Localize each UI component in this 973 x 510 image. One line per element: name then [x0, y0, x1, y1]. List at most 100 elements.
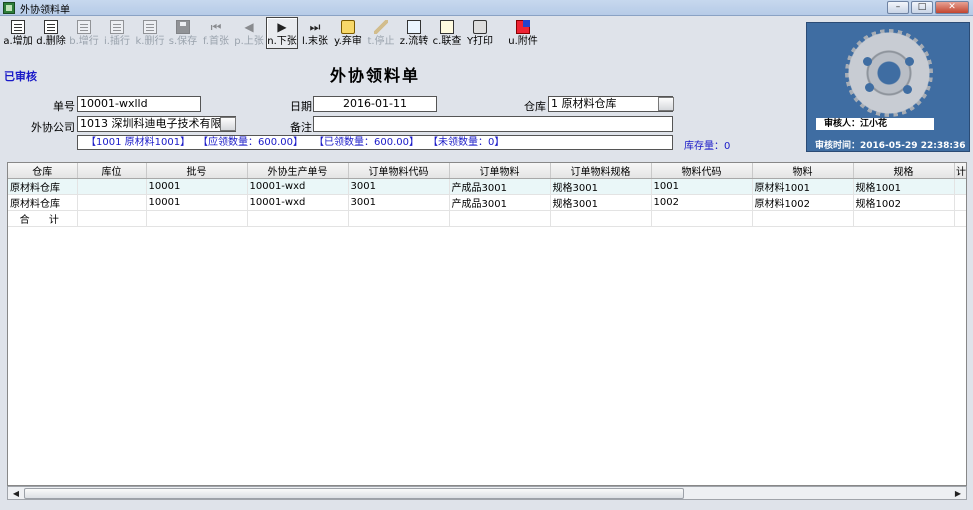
- maximize-button[interactable]: □: [911, 1, 933, 14]
- grid-cell[interactable]: 原材料仓库: [8, 194, 78, 211]
- window-title: 外协领料单: [20, 5, 70, 16]
- grid-cell[interactable]: 产成品3001: [449, 194, 551, 211]
- reviewer-label: 审核人：江小花: [816, 118, 934, 130]
- grid-cell[interactable]: [77, 178, 147, 195]
- link-query-button[interactable]: c.联查: [431, 17, 463, 49]
- column-header[interactable]: 订单物料: [449, 163, 551, 179]
- grid-cell[interactable]: 规格3001: [550, 178, 652, 195]
- print-button[interactable]: Y打印: [464, 17, 496, 49]
- grid-cell[interactable]: 10001-wxd: [247, 194, 349, 211]
- horizontal-scrollbar[interactable]: ◀ ▶: [7, 486, 967, 500]
- grid-cell[interactable]: 规格1001: [853, 178, 955, 195]
- summary-should-qty: 【应领数量：600.00】: [198, 137, 303, 148]
- grid-cell[interactable]: 3001: [348, 178, 450, 195]
- quantity-summary-bar: 【1001 原材料1001】 【应领数量：600.00】 【已领数量：600.0…: [77, 135, 673, 150]
- delete-row-icon: [143, 20, 157, 34]
- column-header[interactable]: 外协生产单号: [247, 163, 349, 179]
- grid-cell[interactable]: [954, 194, 966, 211]
- next-icon: ▶: [277, 20, 287, 34]
- warehouse-picker-button[interactable]: [658, 97, 674, 111]
- attachment-button[interactable]: u.附件: [505, 17, 541, 49]
- toolbar: a.增加 d.删除 b.增行 i.插行 k.删行 s.保存 ⏮ f.首张 ◀ p.上…: [0, 17, 542, 51]
- column-header[interactable]: 仓库: [8, 163, 78, 179]
- material-photo: [806, 22, 970, 152]
- column-header[interactable]: 批号: [146, 163, 248, 179]
- grid-cell[interactable]: 10001: [146, 194, 248, 211]
- first-icon: ⏮: [210, 20, 222, 34]
- insert-row-button[interactable]: i.插行: [101, 17, 133, 49]
- date-label: 日期: [290, 100, 312, 113]
- delete-doc-icon: [44, 20, 58, 34]
- grid-cell[interactable]: 3001: [348, 194, 450, 211]
- table-row[interactable]: 原材料仓库 10001 10001-wxd 3001 产成品3001 规格300…: [8, 194, 966, 211]
- gear-image: [845, 29, 933, 117]
- column-header[interactable]: 规格: [853, 163, 955, 179]
- gear-hole: [903, 85, 912, 94]
- minimize-button[interactable]: –: [887, 1, 909, 14]
- delete-row-button[interactable]: k.删行: [134, 17, 166, 49]
- grid-cell[interactable]: 10001-wxd: [247, 178, 349, 195]
- grid-cell[interactable]: 原材料仓库: [8, 178, 78, 195]
- grid-cell[interactable]: [954, 178, 966, 195]
- grid-cell[interactable]: 1002: [651, 194, 753, 211]
- flow-icon: [407, 20, 421, 34]
- next-record-button[interactable]: ▶ n.下张: [266, 17, 298, 49]
- flow-button[interactable]: z.流转: [398, 17, 430, 49]
- date-field[interactable]: 2016-01-11: [313, 96, 437, 112]
- order-no-label: 单号: [53, 100, 75, 113]
- grid-cell[interactable]: 原材料1001: [752, 178, 854, 195]
- grid-cell[interactable]: 规格1002: [853, 194, 955, 211]
- stock-quantity: 库存量：0: [684, 141, 731, 152]
- company-field[interactable]: 1013 深圳科迪电子技术有限公司: [77, 116, 236, 132]
- unapprove-icon: [341, 20, 355, 34]
- previous-icon: ◀: [244, 20, 254, 34]
- grid-cell[interactable]: 10001: [146, 178, 248, 195]
- column-header[interactable]: 物料代码: [651, 163, 753, 179]
- remark-field[interactable]: [313, 116, 673, 132]
- summary-pending-qty: 【未领数量：0】: [428, 137, 505, 148]
- add-row-button[interactable]: b.增行: [68, 17, 100, 49]
- page-title: 外协领料单: [330, 66, 421, 85]
- summary-material: 【1001 原材料1001】: [86, 137, 191, 148]
- company-picker-button[interactable]: [220, 117, 236, 131]
- warehouse-field[interactable]: 1 原材料仓库: [548, 96, 673, 112]
- title-bar: 外协领料单 – □ ✕: [0, 0, 973, 16]
- window-controls: – □ ✕: [887, 1, 969, 14]
- delete-button[interactable]: d.删除: [35, 17, 67, 49]
- scrollbar-thumb[interactable]: [24, 488, 684, 499]
- stop-button[interactable]: t.停止: [365, 17, 397, 49]
- column-header[interactable]: 订单物料规格: [550, 163, 652, 179]
- last-record-button[interactable]: ⏭ l.末张: [299, 17, 331, 49]
- print-icon: [473, 20, 487, 34]
- scroll-left-icon[interactable]: ◀: [10, 488, 22, 499]
- first-record-button[interactable]: ⏮ f.首张: [200, 17, 232, 49]
- table-row[interactable]: 原材料仓库 10001 10001-wxd 3001 产成品3001 规格300…: [8, 178, 966, 195]
- total-label: 合 计: [8, 210, 78, 227]
- last-icon: ⏭: [309, 20, 321, 34]
- save-button[interactable]: s.保存: [167, 17, 199, 49]
- add-button[interactable]: a.增加: [2, 17, 34, 49]
- detail-grid[interactable]: 仓库 库位 批号 外协生产单号 订单物料代码 订单物料 订单物料规格 物料代码 …: [7, 162, 967, 486]
- close-button[interactable]: ✕: [935, 1, 969, 14]
- unapprove-button[interactable]: y.弃审: [332, 17, 364, 49]
- column-header[interactable]: 计: [954, 163, 966, 179]
- stop-icon: [374, 20, 388, 34]
- column-header[interactable]: 订单物料代码: [348, 163, 450, 179]
- add-row-icon: [77, 20, 91, 34]
- app-icon: [3, 2, 15, 14]
- order-no-field[interactable]: 10001-wxlld: [77, 96, 201, 112]
- grid-cell[interactable]: 规格3001: [550, 194, 652, 211]
- column-header[interactable]: 物料: [752, 163, 854, 179]
- previous-record-button[interactable]: ◀ p.上张: [233, 17, 265, 49]
- column-header[interactable]: 库位: [77, 163, 147, 179]
- gear-hole: [865, 83, 874, 92]
- insert-row-icon: [110, 20, 124, 34]
- grid-cell[interactable]: 原材料1002: [752, 194, 854, 211]
- add-doc-icon: [11, 20, 25, 34]
- grid-cell[interactable]: 1001: [651, 178, 753, 195]
- grid-cell[interactable]: 产成品3001: [449, 178, 551, 195]
- grid-cell[interactable]: [77, 194, 147, 211]
- approval-status: 已审核: [4, 70, 37, 83]
- attachment-icon: [516, 20, 530, 34]
- scroll-right-icon[interactable]: ▶: [952, 488, 964, 499]
